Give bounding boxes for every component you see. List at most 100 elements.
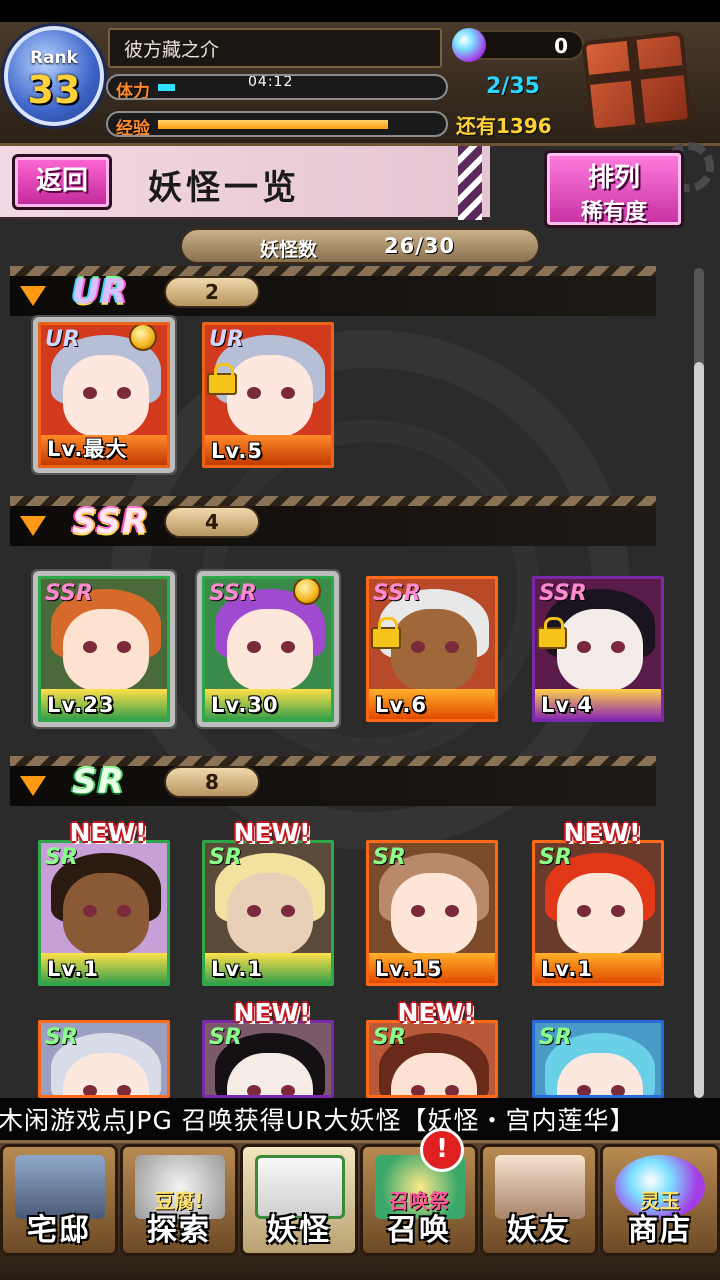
yokai-card[interactable]: SR Lv.1 xyxy=(38,840,170,986)
nav-friends-button[interactable]: 妖友 xyxy=(480,1144,598,1256)
yokai-eye xyxy=(611,1085,625,1095)
card-level: Lv.1 xyxy=(47,957,99,981)
card-level: Lv.23 xyxy=(47,693,115,717)
yokai-card[interactable]: SR Lv.1 xyxy=(532,840,664,986)
section-count-sr: 8 xyxy=(164,766,260,798)
card-level: Lv.4 xyxy=(541,693,593,717)
nav-label: 妖友 xyxy=(507,1213,571,1248)
nav-yokai-button[interactable]: 妖怪 xyxy=(240,1144,358,1256)
card-rarity-badge: SSR xyxy=(539,581,587,606)
alert-icon: ! xyxy=(420,1128,464,1172)
card-rarity-badge: SSR xyxy=(373,581,421,606)
card-rarity-badge: SSR xyxy=(45,581,93,606)
stamina-timer: 04:12 xyxy=(248,74,294,90)
stamina-bar: 体力 04:12 xyxy=(106,74,448,100)
new-tag: NEW! xyxy=(233,998,311,1027)
exp-remaining: 还有1396 xyxy=(456,114,552,138)
collapse-arrow-icon[interactable] xyxy=(20,286,46,306)
yokai-eye xyxy=(411,905,425,917)
card-rarity-badge: SR xyxy=(45,1025,78,1050)
yokai-eye xyxy=(445,905,459,917)
new-tag: NEW! xyxy=(233,818,311,847)
lock-icon xyxy=(207,363,237,395)
yokai-card[interactable]: SR Lv.15 xyxy=(366,840,498,986)
yokai-card[interactable]: SSR Lv.6 xyxy=(366,576,498,722)
yokai-card[interactable]: SR xyxy=(38,1020,170,1098)
exp-fill xyxy=(158,120,388,129)
card-rarity-badge: UR xyxy=(45,327,80,352)
card-rarity-badge: UR xyxy=(209,327,244,352)
gift-chest-icon[interactable] xyxy=(581,30,693,134)
player-name: 彼方藏之介 xyxy=(108,28,442,68)
card-level: Lv.5 xyxy=(211,439,263,463)
back-button[interactable]: 返回 xyxy=(12,154,112,210)
yokai-eye xyxy=(117,905,131,917)
exp-label: 经验 xyxy=(116,119,150,137)
yokai-face xyxy=(227,609,313,691)
yokai-eye xyxy=(577,641,591,653)
collapse-arrow-icon[interactable] xyxy=(20,776,46,796)
yokai-eye xyxy=(247,1085,261,1095)
yokai-face xyxy=(557,873,643,955)
title-banner-pattern xyxy=(458,146,482,220)
section-header-ssr[interactable]: SSR 4 xyxy=(10,496,656,552)
nav-shop-button[interactable]: 灵玉 商店 xyxy=(600,1144,720,1256)
yokai-card[interactable]: SSR Lv.4 xyxy=(532,576,664,722)
yokai-face xyxy=(557,609,643,691)
yokai-eye xyxy=(247,387,261,399)
sort-button[interactable]: 排列 稀有度 xyxy=(544,150,684,228)
gem-counter[interactable]: 0 xyxy=(452,28,584,62)
nav-label: 探索 xyxy=(147,1213,211,1248)
nav-explore-button[interactable]: 豆腐! 探索 xyxy=(120,1144,238,1256)
status-strip xyxy=(0,0,720,22)
yokai-eye xyxy=(577,905,591,917)
yokai-card[interactable]: SSR Lv.30 xyxy=(202,576,334,722)
scrollbar-thumb[interactable] xyxy=(694,362,704,1098)
yokai-card[interactable]: SR xyxy=(532,1020,664,1098)
yokai-eye xyxy=(83,905,97,917)
rank-value: 33 xyxy=(27,68,81,112)
yokai-eye xyxy=(247,641,261,653)
card-rarity-badge: SR xyxy=(539,1025,572,1050)
yokai-card[interactable]: SR Lv.1 xyxy=(202,840,334,986)
spirit-gem-icon xyxy=(452,28,486,62)
yokai-eye xyxy=(281,905,295,917)
lock-icon xyxy=(371,617,401,649)
rank-label: Rank xyxy=(30,48,78,68)
section-header-sr[interactable]: SR 8 xyxy=(10,756,656,812)
stamina-count: 2/35 xyxy=(486,74,540,99)
sort-mode: 稀有度 xyxy=(580,200,647,225)
collapse-arrow-icon[interactable] xyxy=(20,516,46,536)
gem-count: 0 xyxy=(554,34,568,58)
yokai-face xyxy=(63,873,149,955)
nav-label: 召唤 xyxy=(387,1213,451,1248)
stamina-fill xyxy=(158,84,175,91)
yokai-eye xyxy=(411,1085,425,1095)
yokai-eye xyxy=(83,387,97,399)
yokai-eye xyxy=(577,1085,591,1095)
yokai-eye xyxy=(83,1085,97,1095)
yokai-card[interactable]: UR Lv.5 xyxy=(202,322,334,468)
lock-icon xyxy=(537,617,567,649)
yokai-card[interactable]: UR Lv.最大 xyxy=(38,322,170,468)
gold-medal-icon xyxy=(293,579,321,605)
yokai-card[interactable]: SSR Lv.23 xyxy=(38,576,170,722)
card-rarity-badge: SSR xyxy=(209,581,257,606)
yokai-count-label: 妖怪数 xyxy=(260,239,318,261)
yokai-eye xyxy=(611,641,625,653)
rarity-label-ssr: SSR xyxy=(72,502,149,542)
yokai-face xyxy=(63,355,149,437)
nav-mansion-button[interactable]: 宅邸 xyxy=(0,1144,118,1256)
rarity-label-sr: SR xyxy=(72,762,125,802)
yokai-face xyxy=(227,355,313,437)
yokai-eye xyxy=(117,641,131,653)
section-header-ur[interactable]: UR 2 xyxy=(10,266,656,322)
new-tag: NEW! xyxy=(397,998,475,1027)
yokai-eye xyxy=(281,387,295,399)
rarity-label-ur: UR xyxy=(72,272,128,312)
rank-badge[interactable]: Rank 33 xyxy=(4,26,104,126)
card-level: Lv.1 xyxy=(211,957,263,981)
sort-label: 排列 xyxy=(587,163,640,193)
yokai-eye xyxy=(411,641,425,653)
nav-label: 妖怪 xyxy=(267,1213,331,1248)
